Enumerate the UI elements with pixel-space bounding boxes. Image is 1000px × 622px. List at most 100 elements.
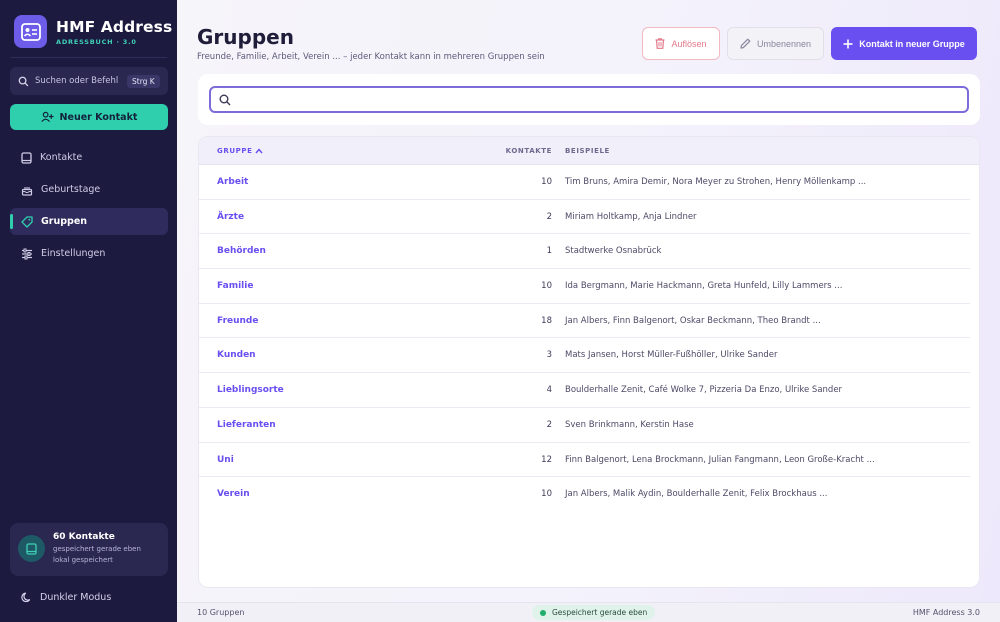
save-status-text: Gespeichert gerade eben [552,608,648,617]
command-search-label: Suchen oder Befehl ... [35,76,121,86]
contact-count-cell: 10 [541,489,552,500]
table-row[interactable]: Ärzte 2 Miriam Holtkamp, Anja Lindner [199,200,970,235]
search-icon [18,76,29,86]
cake-icon [21,186,33,196]
sidebar: HMF Address ADRESSBUCH · 3.0 Suchen oder… [0,0,177,622]
group-name[interactable]: Familie [217,281,253,291]
page-subtitle: Freunde, Familie, Arbeit, Verein ... – j… [197,52,545,62]
brand-subtitle: ADRESSBUCH · 3.0 [56,37,137,46]
new-contact-label: Neuer Kontakt [59,111,138,123]
examples-cell: Tim Bruns, Amira Demir, Nora Meyer zu St… [565,177,867,187]
sliders-icon [22,248,32,259]
examples-cell: Ida Bergmann, Marie Hackmann, Greta Hunf… [565,281,843,292]
sidebar-item-contacts[interactable]: Kontakte [10,144,168,171]
divider [10,57,167,58]
sidebar-item-birthdays[interactable]: Geburtstage [10,176,168,203]
contact-count-cell: 3 [546,350,552,361]
sidebar-item-settings[interactable]: Einstellungen [10,240,168,267]
contact-count-cell: 2 [546,211,552,222]
contact-count-cell: 10 [541,177,552,187]
moon-icon [21,592,31,603]
dark-mode-toggle[interactable]: Dunkler Modus [21,592,111,603]
sidebar-item-label: Gruppen [41,216,88,227]
group-search-box[interactable] [209,86,969,113]
group-name[interactable]: Verein [217,489,250,499]
column-header-examples: BEISPIELE [565,147,610,155]
pencil-icon [740,38,751,49]
group-name[interactable]: Behörden [217,246,266,256]
rename-group-button[interactable]: Umbenennen [727,27,824,60]
table-row[interactable]: Lieblingsorte 4 Boulderhalle Zenit, Café W… [199,373,970,408]
command-search[interactable]: Suchen oder Befehl ... Strg K [10,67,168,95]
group-name[interactable]: Arbeit [217,177,248,187]
examples-cell: Finn Balgenort, Lena Brockmann, Julian F… [565,454,875,465]
main-content: Gruppen Freunde, Familie, Arbeit, Verein… [177,0,1000,622]
group-name[interactable]: Freunde [217,316,258,326]
group-name[interactable]: Ärzte [217,212,244,222]
contact-stats-card: 60 Kontakte gespeichert gerade eben loka… [10,523,168,576]
status-bar: 10 Gruppen Gespeichert gerade eben HMF A… [177,602,1000,622]
examples-cell: Jan Albers, Finn Balgenort, Oskar Beckma… [565,315,821,326]
examples-cell: Boulderhalle Zenit, Café Wolke 7, Pizzer… [565,385,843,396]
examples-cell: Miriam Holtkamp, Anja Lindner [565,211,697,222]
table-row[interactable]: Arbeit 10 Tim Bruns, Amira Demir, Nora Mey… [199,165,970,200]
column-header-group[interactable]: GRUPPE [217,147,264,155]
column-header-label: GRUPPE [217,147,253,155]
contact-count-cell: 10 [541,281,552,292]
examples-cell: Stadtwerke Osnabrück [565,246,662,257]
address-card-icon [14,15,47,48]
sort-ascending-icon [255,148,264,154]
contact-count-cell: 4 [546,385,552,396]
app-version: HMF Address 3.0 [912,608,980,617]
brand: HMF Address ADRESSBUCH · 3.0 [14,15,172,48]
group-search-input[interactable] [237,89,967,110]
status-dot-icon [540,609,546,616]
sidebar-item-label: Kontakte [40,152,83,163]
groups-table: GRUPPE KONTAKTE BEISPIELE Arbeit 10 Tim Br… [198,136,980,588]
add-contact-new-group-button[interactable]: Kontakt in neuer Gruppe [831,27,977,60]
group-name[interactable]: Lieferanten [217,420,276,430]
dark-mode-label: Dunkler Modus [40,592,112,603]
column-header-count[interactable]: KONTAKTE [504,147,552,155]
table-row[interactable]: Lieferanten 2 Sven Brinkmann, Kerstin Hase [199,408,970,443]
tag-icon [21,215,33,228]
trash-icon [655,38,665,49]
storage-status: lokal gespeichert [53,556,113,565]
book-icon [21,151,32,164]
table-row[interactable]: Verein 10 Jan Albers, Malik Aydin, Boulder… [199,477,970,512]
table-body: Arbeit 10 Tim Bruns, Amira Demir, Nora Mey… [199,165,979,512]
page-title: Gruppen [197,25,294,49]
table-row[interactable]: Uni 12 Finn Balgenort, Lena Brockmann, Jul… [199,443,970,478]
sidebar-item-groups[interactable]: Gruppen [10,208,168,235]
examples-cell: Jan Albers, Malik Aydin, Boulderhalle Ze… [565,489,828,500]
book-icon [18,535,45,562]
add-user-icon [40,111,54,123]
group-name[interactable]: Uni [217,455,234,465]
shortcut-badge: Strg K [127,74,160,88]
table-header: GRUPPE KONTAKTE BEISPIELE [199,137,979,165]
table-row[interactable]: Behörden 1 Stadtwerke Osnabrück [199,234,970,270]
contact-count-cell: 1 [546,246,552,257]
new-contact-button[interactable]: Neuer Kontakt [10,104,168,130]
contact-count: 60 Kontakte [53,532,115,542]
search-icon [219,94,231,105]
table-row[interactable]: Freunde 18 Jan Albers, Finn Balgenort, Osk… [199,304,970,339]
sidebar-item-label: Geburtstage [41,184,101,195]
plus-icon [843,39,853,48]
contact-count-cell: 12 [541,454,552,465]
contact-count-cell: 18 [541,315,552,326]
dissolve-label: Auflösen [671,38,707,49]
brand-title: HMF Address [56,17,173,36]
saved-status: gespeichert gerade eben [53,545,141,553]
group-name[interactable]: Lieblingsorte [217,385,284,395]
sidebar-item-label: Einstellungen [41,248,106,259]
group-name[interactable]: Kunden [217,350,256,360]
group-count: 10 Gruppen [197,608,245,617]
add-contact-label: Kontakt in neuer Gruppe [859,38,965,49]
dissolve-group-button[interactable]: Auflösen [642,27,720,60]
contact-count-cell: 2 [546,419,552,430]
table-row[interactable]: Familie 10 Ida Bergmann, Marie Hackmann, G… [199,269,970,304]
table-row[interactable]: Kunden 3 Mats Jansen, Horst Müller-Fußhöll… [199,338,970,374]
sidebar-nav: Kontakte Geburtstage Gruppen Einstellung… [10,144,168,272]
examples-cell: Mats Jansen, Horst Müller-Fußhöller, Ulr… [565,350,778,361]
